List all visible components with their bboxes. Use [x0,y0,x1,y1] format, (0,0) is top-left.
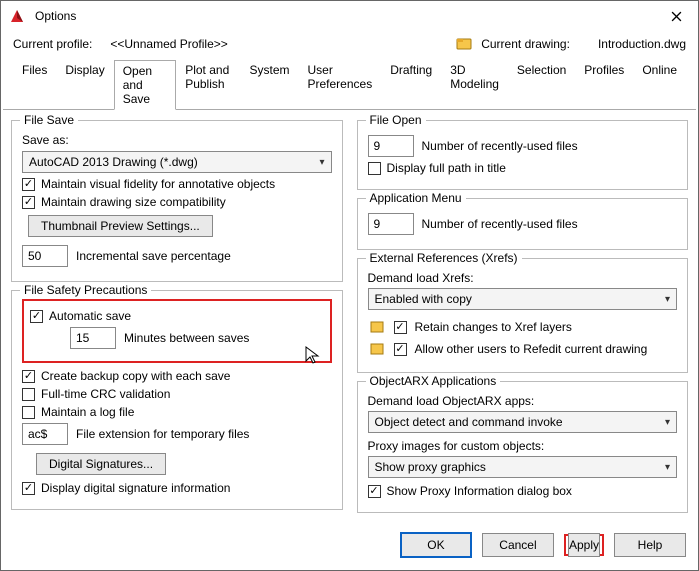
tab-plot-publish[interactable]: Plot and Publish [176,59,240,109]
group-file-open: File Open Number of recently-used files … [357,120,689,190]
proxy-images-combo[interactable]: Show proxy graphics ▾ [368,456,678,478]
retain-xref-layers-label: Retain changes to Xref layers [415,320,572,334]
allow-refedit-checkbox[interactable] [394,343,407,356]
automatic-save-checkbox[interactable] [30,310,43,323]
group-title-objectarx: ObjectARX Applications [366,374,501,388]
tab-online[interactable]: Online [633,59,686,109]
chevron-down-icon: ▾ [665,462,670,473]
create-backup-checkbox[interactable] [22,370,35,383]
refedit-icon [368,340,386,358]
appmenu-recent-input[interactable] [368,213,414,235]
save-as-label: Save as: [22,133,332,147]
group-title-app-menu: Application Menu [366,191,466,205]
incremental-save-label: Incremental save percentage [76,249,231,263]
tabs: Files Display Open and Save Plot and Pub… [3,59,696,110]
recent-files-input[interactable] [368,135,414,157]
footer: OK Cancel Apply Help [1,524,698,570]
full-path-checkbox[interactable] [368,162,381,175]
current-drawing-label: Current drawing: [481,37,570,51]
chevron-down-icon: ▾ [319,157,324,168]
retain-xref-layers-checkbox[interactable] [394,321,407,334]
titlebar: Options [1,1,698,31]
demand-load-xrefs-combo[interactable]: Enabled with copy ▾ [368,288,678,310]
demand-load-xrefs-label: Demand load Xrefs: [368,271,678,285]
group-file-safety: File Safety Precautions Automatic save M… [11,290,343,510]
drawing-icon [455,35,473,53]
group-app-menu: Application Menu Number of recently-used… [357,198,689,250]
group-objectarx: ObjectARX Applications Demand load Objec… [357,381,689,513]
tab-open-and-save[interactable]: Open and Save [114,60,177,110]
create-backup-label: Create backup copy with each save [41,369,230,383]
help-button[interactable]: Help [614,533,686,557]
incremental-save-input[interactable] [22,245,68,267]
automatic-save-label: Automatic save [49,309,131,323]
proxy-images-label: Proxy images for custom objects: [368,439,678,453]
digital-signatures-button[interactable]: Digital Signatures... [36,453,166,475]
tab-files[interactable]: Files [13,59,56,109]
cancel-button[interactable]: Cancel [482,533,554,557]
group-file-save: File Save Save as: AutoCAD 2013 Drawing … [11,120,343,282]
window-title: Options [35,9,654,23]
app-icon [9,7,27,25]
current-drawing-value: Introduction.dwg [598,37,686,51]
ok-button[interactable]: OK [400,532,472,558]
minutes-between-saves-input[interactable] [70,327,116,349]
maintain-log-checkbox[interactable] [22,406,35,419]
save-as-combo[interactable]: AutoCAD 2013 Drawing (*.dwg) ▾ [22,151,332,173]
current-profile-label: Current profile: [13,37,92,51]
maintain-visual-checkbox[interactable] [22,178,35,191]
display-signature-checkbox[interactable] [22,482,35,495]
group-title-xrefs: External References (Xrefs) [366,251,522,265]
current-profile-value: <<Unnamed Profile>> [110,37,227,51]
tab-display[interactable]: Display [56,59,113,109]
temp-file-extension-input[interactable] [22,423,68,445]
demand-load-arx-label: Demand load ObjectARX apps: [368,394,678,408]
tab-user-preferences[interactable]: User Preferences [299,59,382,109]
recent-files-label: Number of recently-used files [422,139,578,153]
maintain-size-label: Maintain drawing size compatibility [41,195,226,209]
tab-drafting[interactable]: Drafting [381,59,441,109]
save-as-value: AutoCAD 2013 Drawing (*.dwg) [29,155,198,169]
tab-3d-modeling[interactable]: 3D Modeling [441,59,508,109]
crc-validation-checkbox[interactable] [22,388,35,401]
group-title-file-save: File Save [20,113,78,127]
apply-button[interactable]: Apply [568,533,600,557]
proxy-images-value: Show proxy graphics [375,460,486,474]
chevron-down-icon: ▾ [665,294,670,305]
thumbnail-preview-button[interactable]: Thumbnail Preview Settings... [28,215,213,237]
apply-highlight: Apply [564,534,604,556]
show-proxy-dialog-label: Show Proxy Information dialog box [387,484,572,498]
group-title-file-open: File Open [366,113,426,127]
maintain-size-checkbox[interactable] [22,196,35,209]
demand-load-xrefs-value: Enabled with copy [375,292,472,306]
group-title-file-safety: File Safety Precautions [20,283,151,297]
profile-row: Current profile: <<Unnamed Profile>> Cur… [1,31,698,59]
xref-layers-icon [368,318,386,336]
minutes-between-saves-label: Minutes between saves [124,331,249,345]
appmenu-recent-label: Number of recently-used files [422,217,578,231]
display-signature-label: Display digital signature information [41,481,230,495]
close-button[interactable] [654,1,698,31]
cursor-icon [305,346,321,369]
chevron-down-icon: ▾ [665,417,670,428]
tab-profiles[interactable]: Profiles [575,59,633,109]
maintain-log-label: Maintain a log file [41,405,134,419]
auto-save-highlight: Automatic save Minutes between saves [22,299,332,363]
temp-file-extension-label: File extension for temporary files [76,427,249,441]
demand-load-arx-combo[interactable]: Object detect and command invoke ▾ [368,411,678,433]
group-xrefs: External References (Xrefs) Demand load … [357,258,689,373]
allow-refedit-label: Allow other users to Refedit current dra… [415,342,648,356]
demand-load-arx-value: Object detect and command invoke [375,415,563,429]
show-proxy-dialog-checkbox[interactable] [368,485,381,498]
tab-selection[interactable]: Selection [508,59,575,109]
maintain-visual-label: Maintain visual fidelity for annotative … [41,177,275,191]
tab-system[interactable]: System [240,59,298,109]
crc-validation-label: Full-time CRC validation [41,387,170,401]
full-path-label: Display full path in title [387,161,506,175]
